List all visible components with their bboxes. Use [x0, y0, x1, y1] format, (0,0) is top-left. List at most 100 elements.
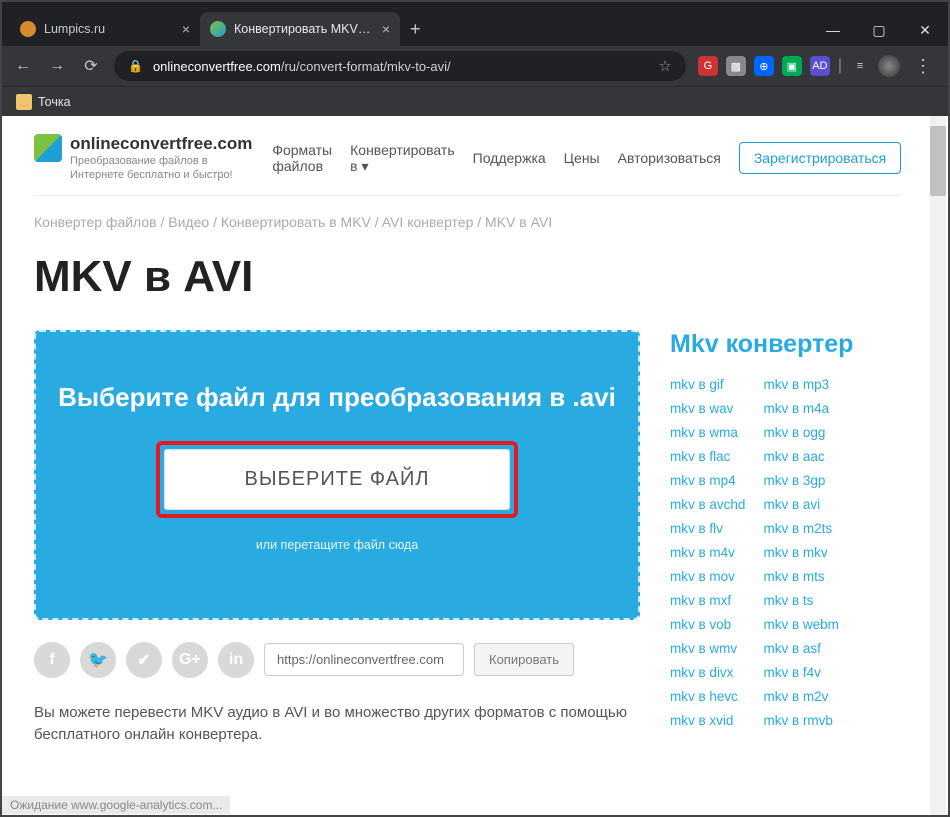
sidebar-link[interactable]: mkv в mxf [670, 593, 745, 608]
sidebar-col-2: mkv в mp3 mkv в m4a mkv в ogg mkv в aac mkv … [763, 377, 838, 728]
back-button[interactable]: ← [12, 55, 34, 77]
favicon-icon [20, 21, 36, 37]
sidebar-link[interactable]: mkv в 3gp [763, 473, 838, 488]
sidebar-col-1: mkv в gif mkv в wav mkv в wma mkv в flac mkv… [670, 377, 745, 728]
upload-dropzone[interactable]: Выберите файл для преобразования в .avi … [34, 330, 640, 620]
status-bar: Ожидание www.google-analytics.com... [2, 796, 230, 814]
profile-avatar[interactable] [878, 55, 900, 77]
menu-button[interactable]: ⋮ [908, 56, 938, 77]
sidebar-link[interactable]: mkv в ts [763, 593, 838, 608]
nav-convert[interactable]: Конвертировать в ▾ [350, 142, 455, 175]
extension-icon[interactable]: ▣ [782, 56, 802, 76]
sidebar-link[interactable]: mkv в xvid [670, 713, 745, 728]
page-title: MKV в AVI [34, 252, 900, 302]
extension-icon[interactable]: G [698, 56, 718, 76]
sidebar-link[interactable]: mkv в mp4 [670, 473, 745, 488]
annotation-highlight: ВЫБЕРИТЕ ФАЙЛ [156, 441, 519, 518]
breadcrumb[interactable]: Конвертер файлов / Видео / Конвертироват… [34, 196, 900, 248]
sidebar-link[interactable]: mkv в m2ts [763, 521, 838, 536]
sidebar-link[interactable]: mkv в wmv [670, 641, 745, 656]
sidebar-link[interactable]: mkv в mts [763, 569, 838, 584]
site-header: onlineconvertfree.com Преобразование фай… [34, 134, 900, 196]
sidebar-title: Mkv конвертер [670, 330, 900, 359]
sidebar-link[interactable]: mkv в hevc [670, 689, 745, 704]
share-row: f 🐦 ✔ G+ in https://onlineconvertfree.co… [34, 642, 640, 678]
sidebar-link[interactable]: mkv в mkv [763, 545, 838, 560]
sidebar-link[interactable]: mkv в m4a [763, 401, 838, 416]
bookmark-star-icon[interactable]: ☆ [658, 57, 671, 75]
description-text: Вы можете перевести MKV аудио в AVI и во… [34, 702, 640, 747]
googleplus-icon[interactable]: G+ [172, 642, 208, 678]
sidebar-link[interactable]: mkv в mp3 [763, 377, 838, 392]
forward-button[interactable]: → [46, 55, 68, 77]
tab-title: Lumpics.ru [44, 22, 174, 36]
close-icon[interactable]: × [182, 21, 190, 37]
new-tab-button[interactable]: + [400, 13, 431, 46]
drag-hint: или перетащите файл сюда [56, 538, 618, 552]
maximize-button[interactable]: ▢ [856, 14, 902, 46]
sidebar-link[interactable]: mkv в m2v [763, 689, 838, 704]
signup-button[interactable]: Зарегистрироваться [739, 142, 901, 174]
window-titlebar: Lumpics.ru × Конвертировать MKV в AVI он… [2, 2, 948, 46]
window-controls: — ▢ ✕ [810, 14, 948, 46]
sidebar-link[interactable]: mkv в webm [763, 617, 838, 632]
browser-tab-active[interactable]: Конвертировать MKV в AVI онл × [200, 12, 400, 46]
nav-support[interactable]: Поддержка [473, 150, 546, 166]
copy-button[interactable]: Копировать [474, 643, 574, 676]
facebook-icon[interactable]: f [34, 642, 70, 678]
sidebar-link[interactable]: mkv в aac [763, 449, 838, 464]
sidebar: Mkv конвертер mkv в gif mkv в wav mkv в wm… [670, 330, 900, 728]
browser-tabs: Lumpics.ru × Конвертировать MKV в AVI он… [2, 10, 810, 46]
sidebar-link[interactable]: mkv в avchd [670, 497, 745, 512]
favicon-icon [210, 21, 226, 37]
page-viewport: onlineconvertfree.com Преобразование фай… [2, 116, 948, 815]
sidebar-link[interactable]: mkv в rmvb [763, 713, 838, 728]
scrollbar-thumb[interactable] [930, 126, 946, 196]
logo-icon [34, 134, 62, 162]
sidebar-link[interactable]: mkv в mov [670, 569, 745, 584]
site-tagline: Преобразование файлов в Интернете беспла… [70, 154, 250, 183]
nav-login[interactable]: Авторизоваться [618, 150, 721, 166]
sidebar-link[interactable]: mkv в ogg [763, 425, 838, 440]
tab-title: Конвертировать MKV в AVI онл [234, 22, 374, 36]
share-url-input[interactable]: https://onlineconvertfree.com [264, 643, 464, 676]
twitter-icon[interactable]: 🐦 [80, 642, 116, 678]
bookmark-item[interactable]: Точка [38, 95, 71, 109]
browser-toolbar: ← → ⟳ 🔒 onlineconvertfree.com/ru/convert… [2, 46, 948, 86]
browser-tab-inactive[interactable]: Lumpics.ru × [10, 12, 200, 46]
folder-icon [16, 94, 32, 110]
extensions-area: G ▩ ⊕ ▣ AD | ≡ ⋮ [698, 55, 938, 77]
site-name: onlineconvertfree.com [70, 134, 252, 154]
close-window-button[interactable]: ✕ [902, 14, 948, 46]
sidebar-link[interactable]: mkv в gif [670, 377, 745, 392]
extension-icon[interactable]: ⊕ [754, 56, 774, 76]
logo-area[interactable]: onlineconvertfree.com Преобразование фай… [34, 134, 252, 183]
sidebar-link[interactable]: mkv в avi [763, 497, 838, 512]
sidebar-link[interactable]: mkv в wma [670, 425, 745, 440]
extension-icon[interactable]: ▩ [726, 56, 746, 76]
lock-icon: 🔒 [128, 59, 143, 73]
minimize-button[interactable]: — [810, 14, 856, 46]
dropzone-title: Выберите файл для преобразования в .avi [56, 382, 618, 413]
scrollbar[interactable] [930, 116, 946, 815]
select-file-button[interactable]: ВЫБЕРИТЕ ФАЙЛ [164, 449, 511, 510]
sidebar-link[interactable]: mkv в flv [670, 521, 745, 536]
sidebar-link[interactable]: mkv в flac [670, 449, 745, 464]
sidebar-link[interactable]: mkv в divx [670, 665, 745, 680]
nav-formats[interactable]: Форматы файлов [272, 142, 332, 174]
sidebar-link[interactable]: mkv в wav [670, 401, 745, 416]
url-text: onlineconvertfree.com/ru/convert-format/… [153, 59, 648, 74]
extension-icon[interactable]: AD [810, 56, 830, 76]
address-bar[interactable]: 🔒 onlineconvertfree.com/ru/convert-forma… [114, 51, 686, 81]
sidebar-link[interactable]: mkv в vob [670, 617, 745, 632]
close-icon[interactable]: × [382, 21, 390, 37]
reload-button[interactable]: ⟳ [80, 55, 102, 77]
sidebar-link[interactable]: mkv в m4v [670, 545, 745, 560]
linkedin-icon[interactable]: in [218, 642, 254, 678]
sidebar-link[interactable]: mkv в asf [763, 641, 838, 656]
sidebar-link[interactable]: mkv в f4v [763, 665, 838, 680]
chevron-down-icon: ▾ [361, 158, 368, 174]
nav-prices[interactable]: Цены [564, 150, 600, 166]
vk-icon[interactable]: ✔ [126, 642, 162, 678]
reader-icon[interactable]: ≡ [850, 56, 870, 76]
